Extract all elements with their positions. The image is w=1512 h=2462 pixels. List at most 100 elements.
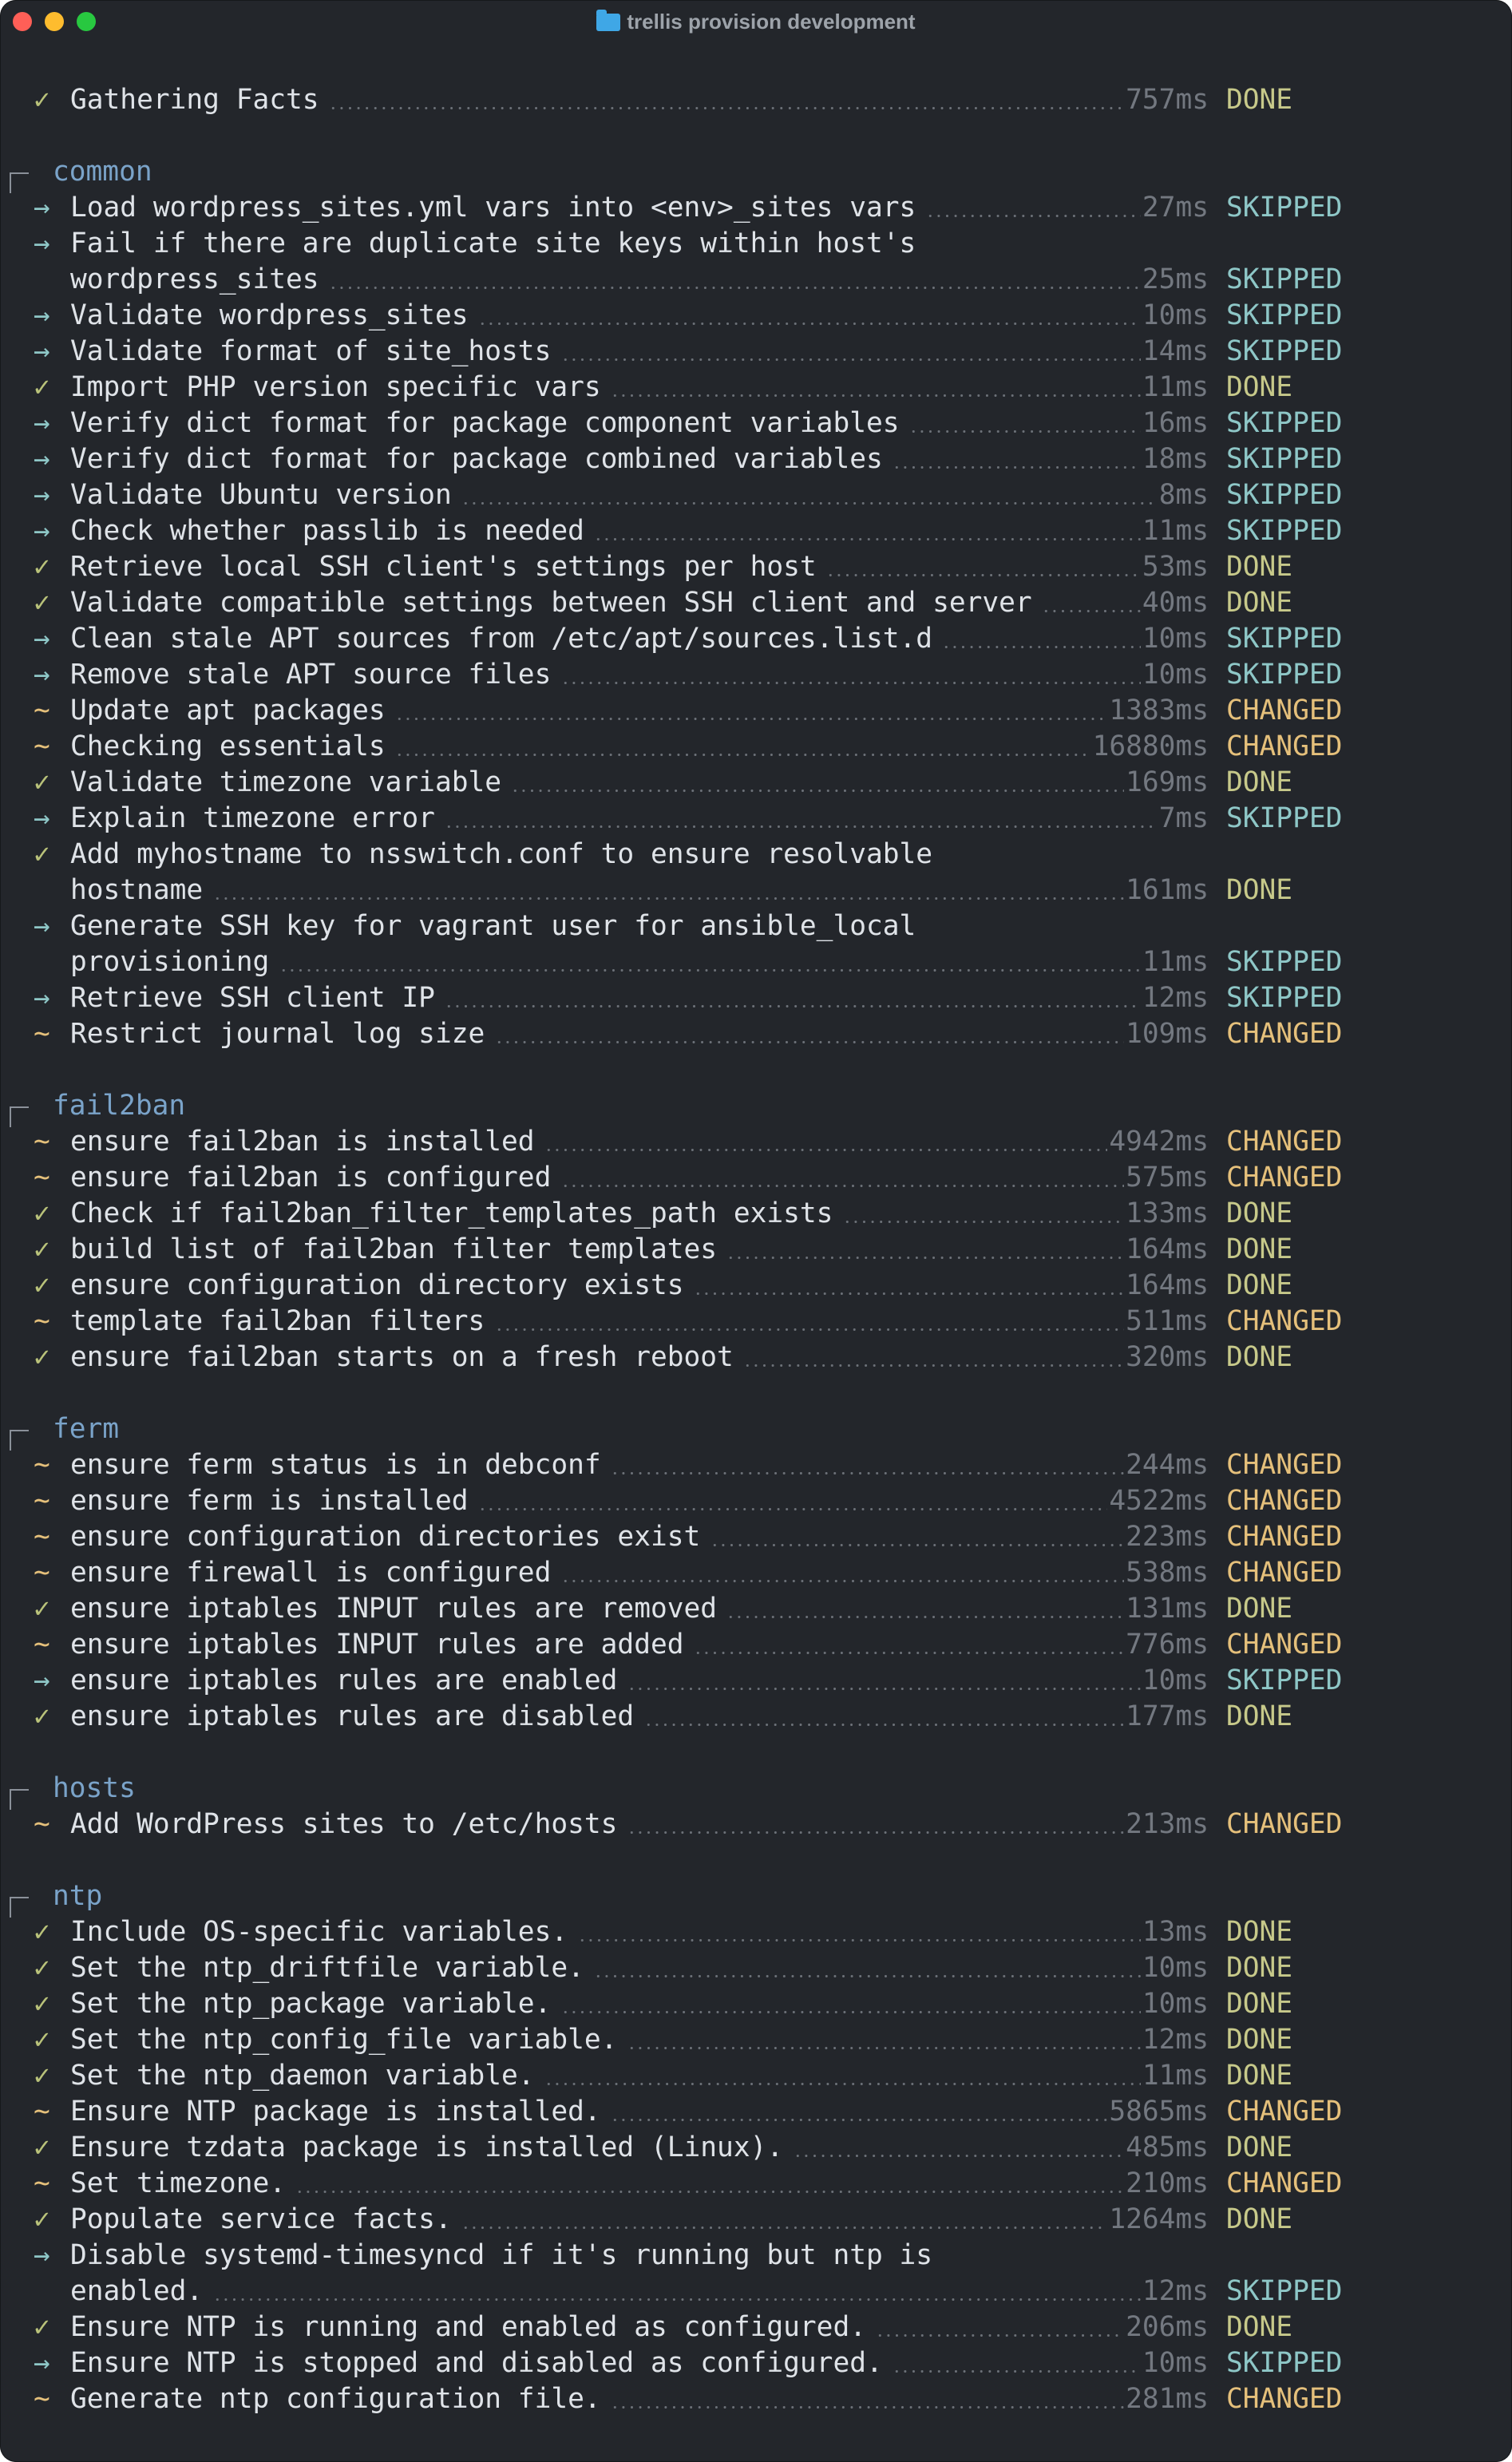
leader-dots — [594, 538, 1141, 540]
task-name: wordpress_sites — [70, 263, 319, 295]
task-name: hostname — [70, 874, 204, 906]
task-row: ~ ensure firewall is configured 538ms CHANG… — [0, 1555, 1512, 1591]
task-name: Retrieve local SSH client's settings per… — [70, 551, 817, 583]
task-name: Check whether passlib is needed — [70, 515, 584, 547]
leader-dots — [461, 2226, 1108, 2229]
task-status: CHANGED — [1226, 1629, 1343, 1660]
task-duration: 4942ms — [1109, 1126, 1209, 1158]
task-status: SKIPPED — [1226, 192, 1343, 224]
status-skipped-icon: → — [34, 1664, 50, 1696]
task-name: ensure configuration directory exists — [70, 1269, 684, 1301]
task-name: template fail2ban filters — [70, 1305, 485, 1337]
task-name: enabled. — [70, 2275, 204, 2307]
task-status: DONE — [1226, 1988, 1293, 2020]
task-duration: 10ms — [1142, 299, 1209, 331]
leader-dots — [611, 394, 1141, 397]
task-name: Explain timezone error — [70, 802, 435, 834]
task-row: ✓ ensure iptables rules are disabled 177ms… — [0, 1699, 1512, 1735]
task-duration: 10ms — [1142, 1988, 1209, 2020]
task-name: ensure fail2ban starts on a fresh reboot — [70, 1341, 734, 1373]
leader-dots — [876, 2334, 1125, 2337]
leader-dots — [826, 574, 1141, 576]
status-changed-icon: ~ — [34, 1449, 50, 1481]
section-header: hosts — [0, 1771, 1512, 1810]
task-name: Remove stale APT source files — [70, 659, 552, 691]
task-row: ✓ build list of fail2ban filter templates… — [0, 1232, 1512, 1268]
task-row-continuation: hostname 161ms DONE — [0, 873, 1512, 908]
status-done-icon: ✓ — [34, 587, 50, 619]
status-done-icon: ✓ — [34, 1197, 50, 1229]
leader-dots — [710, 1544, 1125, 1546]
task-row: → Verify dict format for package componen… — [0, 406, 1512, 441]
task-name: ensure iptables rules are disabled — [70, 1700, 635, 1732]
task-name: Load wordpress_sites.yml vars into <env>… — [70, 192, 916, 224]
task-name: Include OS-specific variables. — [70, 1916, 568, 1948]
task-status: SKIPPED — [1226, 2347, 1343, 2379]
task-duration: 169ms — [1126, 766, 1209, 798]
leader-dots — [212, 2298, 1141, 2301]
status-skipped-icon: → — [34, 192, 50, 224]
task-duration: 40ms — [1142, 587, 1209, 619]
task-status: SKIPPED — [1226, 2275, 1343, 2307]
task-status: SKIPPED — [1226, 443, 1343, 475]
status-skipped-icon: → — [34, 299, 50, 331]
task-duration: 210ms — [1126, 2167, 1209, 2199]
status-changed-icon: ~ — [34, 1808, 50, 1840]
task-status: CHANGED — [1226, 1449, 1343, 1481]
task-status: DONE — [1226, 84, 1293, 116]
task-status: SKIPPED — [1226, 659, 1343, 691]
status-done-icon: ✓ — [34, 1988, 50, 2020]
task-row: ✓ ensure configuration directory exists 16… — [0, 1268, 1512, 1304]
task-duration: 11ms — [1142, 2060, 1209, 2092]
leader-dots — [1042, 610, 1141, 612]
task-row: → Validate wordpress_sites 10ms SKIPPED — [0, 298, 1512, 334]
status-changed-icon: ~ — [34, 1521, 50, 1553]
section-title: common — [53, 156, 152, 188]
task-row: ✓ Import PHP version specific vars 11ms DON… — [0, 370, 1512, 406]
task-row: ✓ Retrieve local SSH client's settings pe… — [0, 549, 1512, 585]
task-name: Import PHP version specific vars — [70, 371, 601, 403]
status-changed-icon: ~ — [34, 2167, 50, 2199]
task-status: DONE — [1226, 1593, 1293, 1625]
task-row: ✓ Populate service facts. 1264ms DONE — [0, 2202, 1512, 2238]
section-header: common — [0, 154, 1512, 193]
task-status: DONE — [1226, 1700, 1293, 1732]
status-done-icon: ✓ — [34, 1700, 50, 1732]
leader-dots — [643, 1724, 1125, 1726]
status-done-icon: ✓ — [34, 1233, 50, 1265]
task-duration: 10ms — [1142, 659, 1209, 691]
task-row: ✓ Add myhostname to nsswitch.conf to ensu… — [0, 837, 1512, 873]
task-status: CHANGED — [1226, 1018, 1343, 1050]
status-done-icon: ✓ — [34, 1952, 50, 1984]
task-row: → Clean stale APT sources from /etc/apt/s… — [0, 621, 1512, 657]
task-row: ✓ Ensure tzdata package is installed (Lin… — [0, 2130, 1512, 2166]
terminal-output[interactable]: ✓ Gathering Facts 757ms DONE common → Load wor… — [0, 82, 1512, 2417]
task-name: Verify dict format for package combined … — [70, 443, 883, 475]
task-status: DONE — [1226, 2203, 1293, 2235]
task-status: DONE — [1226, 2131, 1293, 2163]
task-duration: 11ms — [1142, 371, 1209, 403]
status-skipped-icon: → — [34, 2239, 50, 2271]
task-duration: 5865ms — [1109, 2096, 1209, 2128]
task-row: ✓ Ensure NTP is running and enabled as co… — [0, 2310, 1512, 2345]
task-name: Populate service facts. — [70, 2203, 452, 2235]
status-changed-icon: ~ — [34, 2096, 50, 2128]
leader-dots — [295, 2191, 1125, 2193]
leader-dots — [577, 1939, 1141, 1941]
status-done-icon: ✓ — [34, 84, 50, 116]
leader-dots — [328, 107, 1125, 109]
task-row: ✓ Set the ntp_package variable. 10ms DONE — [0, 1986, 1512, 2022]
task-status: DONE — [1226, 1916, 1293, 1948]
status-done-icon: ✓ — [34, 2024, 50, 2056]
task-row: → Fail if there are duplicate site keys w… — [0, 226, 1512, 262]
task-duration: 244ms — [1126, 1449, 1209, 1481]
leader-dots — [793, 2155, 1125, 2157]
task-duration: 177ms — [1126, 1700, 1209, 1732]
status-changed-icon: ~ — [34, 730, 50, 762]
status-skipped-icon: → — [34, 228, 50, 259]
leader-dots — [693, 1292, 1125, 1295]
status-done-icon: ✓ — [34, 1593, 50, 1625]
leader-dots — [494, 1328, 1125, 1331]
